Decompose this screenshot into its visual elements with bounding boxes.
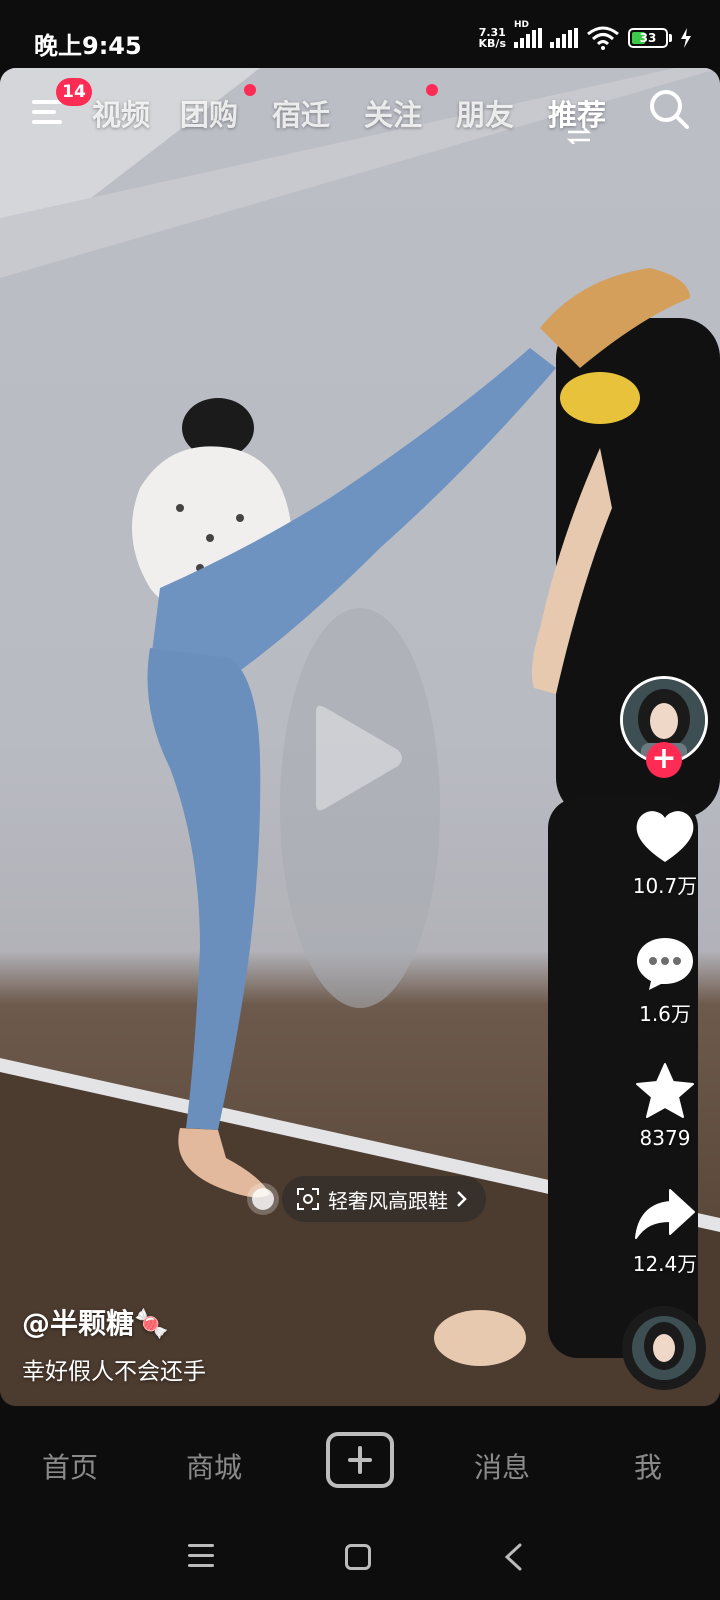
recent-apps-icon[interactable] [188,1544,214,1568]
comment-count: 1.6万 [639,1002,691,1026]
switch-icon [566,128,592,144]
follow-button[interactable]: + [646,742,682,778]
chevron-right-icon [457,1191,467,1207]
nav-messages[interactable]: 消息 [474,1446,530,1486]
cellular-signal-2-icon [550,28,578,48]
tab-group-buy-dot [244,84,256,96]
tab-friends[interactable]: 朋友 [456,92,514,134]
battery-level: 33 [639,31,657,45]
network-speed-unit: KB/s [478,37,506,50]
back-icon[interactable] [500,1542,528,1572]
top-navigation: 14 视频 团购 宿迁 关注 朋友 推荐 [0,68,720,158]
heart-icon [636,811,694,862]
nav-home[interactable]: 首页 [42,1446,98,1486]
cellular-signal-1-icon: HD [514,20,542,48]
status-icons: 7.31 KB/s HD 33 [479,20,692,50]
comment-button[interactable]: 1.6万 [620,936,710,1027]
share-icon [635,1189,695,1239]
comment-icon [637,938,693,990]
tab-group-buy[interactable]: 团购 [180,92,238,134]
system-navigation [0,1516,720,1600]
star-icon [636,1063,694,1118]
status-bar: 晚上9:45 7.31 KB/s HD 33 [0,0,720,68]
author-name[interactable]: @半颗糖🍬 [22,1302,169,1342]
charging-icon [681,28,691,48]
play-icon[interactable] [306,700,406,816]
home-icon[interactable] [345,1544,371,1570]
share-count: 12.4万 [632,1252,698,1276]
menu-badge: 14 [56,78,92,106]
network-speed: 7.31 KB/s [479,27,506,49]
music-disc-icon[interactable] [622,1306,706,1390]
create-button[interactable] [326,1432,394,1488]
status-time: 晚上9:45 [34,32,142,60]
scan-icon [297,1188,319,1210]
music-disc-cover [632,1316,696,1380]
tab-following[interactable]: 关注 [364,92,422,134]
favorite-button[interactable]: 8379 [620,1062,710,1150]
nav-me[interactable]: 我 [634,1446,662,1486]
tab-video[interactable]: 视频 [92,92,150,134]
hd-label: HD [514,20,530,30]
tab-suqian[interactable]: 宿迁 [272,92,330,134]
like-count: 10.7万 [632,874,698,898]
product-tag-label: 轻奢风高跟鞋 [328,1188,448,1213]
product-tag-dot [252,1188,274,1210]
nav-mall[interactable]: 商城 [186,1446,242,1486]
bottom-navigation: 首页 商城 消息 我 [0,1406,720,1516]
video-caption: 幸好假人不会还手 [22,1359,206,1385]
battery-icon: 33 [628,28,672,48]
product-tag[interactable]: 轻奢风高跟鞋 [282,1176,486,1222]
share-button[interactable]: 12.4万 [620,1188,710,1277]
search-icon[interactable] [648,88,690,130]
favorite-count: 8379 [639,1126,691,1150]
like-button[interactable]: 10.7万 [620,810,710,899]
tab-following-dot [426,84,438,96]
wifi-icon [587,26,619,50]
